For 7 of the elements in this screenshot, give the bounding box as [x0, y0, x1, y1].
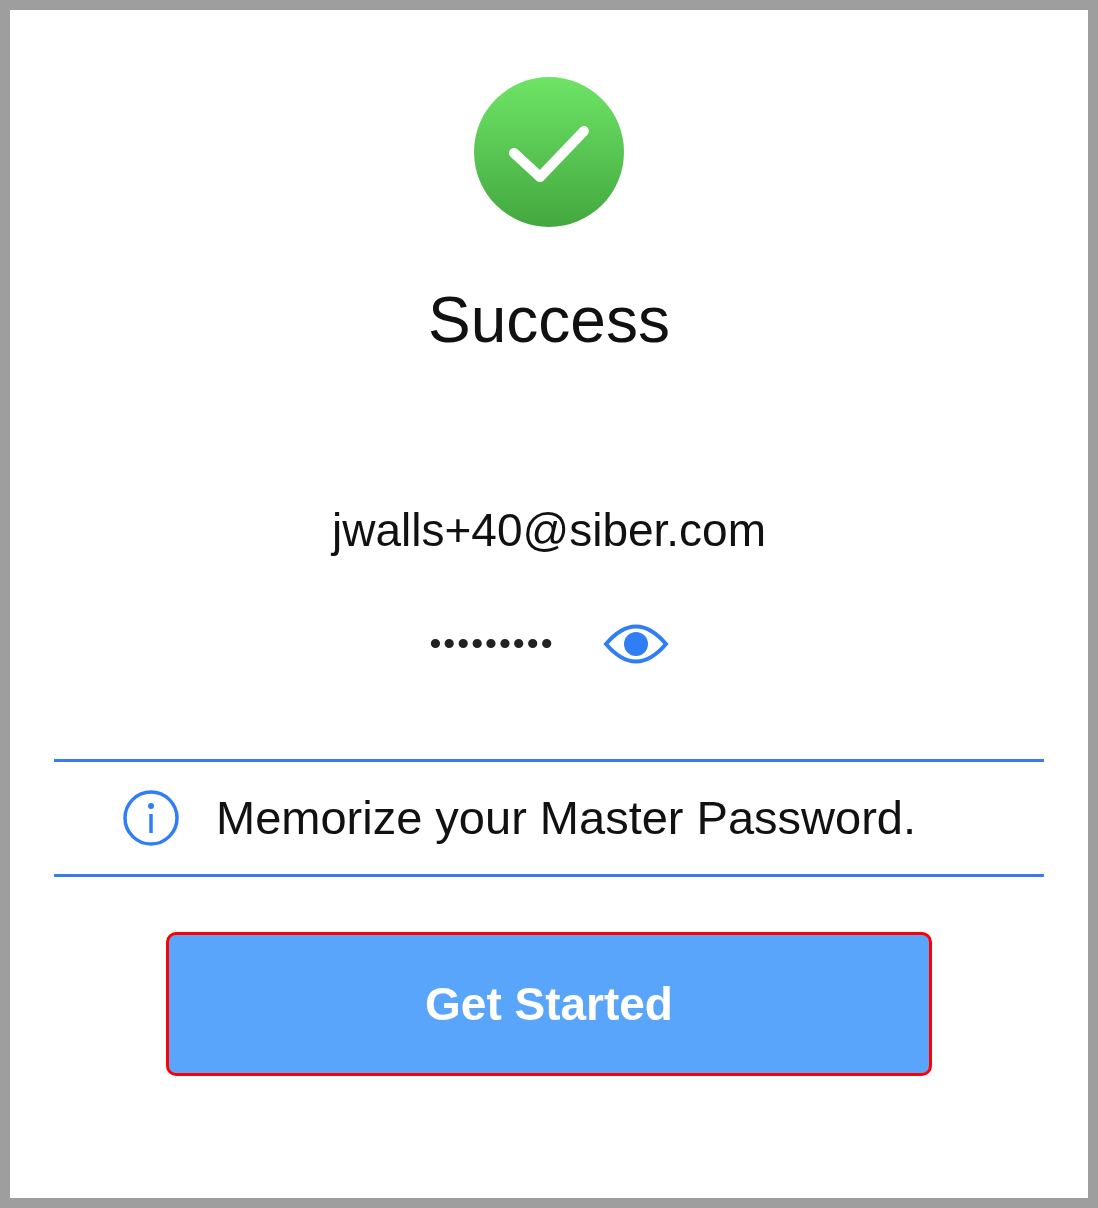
notice-text: Memorize your Master Password.: [216, 790, 916, 846]
info-icon: [122, 788, 180, 847]
masked-password: •••••••••: [429, 624, 555, 664]
check-icon: [474, 77, 624, 227]
get-started-button[interactable]: Get Started: [166, 931, 932, 1076]
success-title: Success: [428, 285, 670, 356]
email-text: jwalls+40@siber.com: [331, 503, 766, 559]
